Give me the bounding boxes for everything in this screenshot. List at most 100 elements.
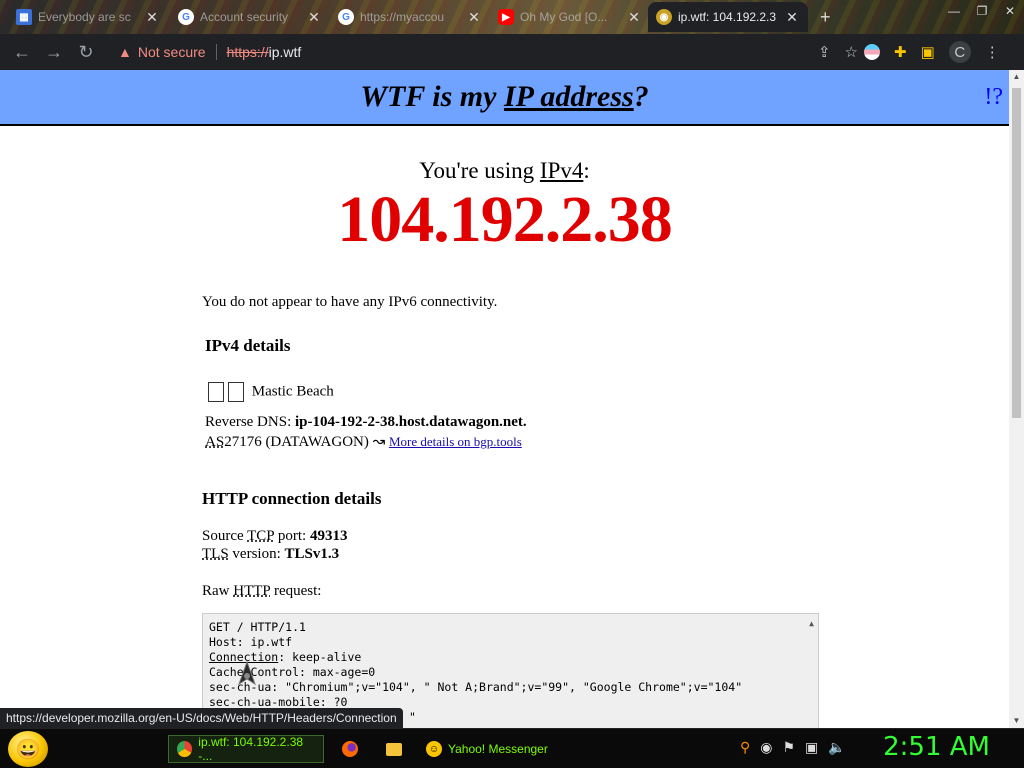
menu-kebab-icon[interactable]: ⋮ [985,43,1000,61]
forward-icon[interactable]: → [38,36,70,68]
help-link[interactable]: !? [984,84,1003,111]
close-icon[interactable]: ✕ [144,9,160,25]
using-suffix: : [583,158,590,183]
tab-label: https://myaccou [360,10,445,24]
as-line: AS27176 (DATAWAGON) ↝ More details on bg… [205,432,522,451]
page-viewport: WTF is my IP address? !? You're using IP… [0,70,1009,728]
taskbar: 😀 ip.wtf: 104.192.2.38 -... ☺ Yahoo! Mes… [0,728,1024,768]
profile-avatar[interactable]: C [948,41,971,63]
network-icon[interactable]: ▣ [805,739,818,756]
extension-flag-icon[interactable] [864,44,880,60]
tab-ip-wtf[interactable]: ◉ ip.wtf: 104.192.2.3 ✕ [648,2,808,32]
page-scrollbar[interactable]: ▲ ▼ [1009,70,1024,728]
rdns-label: Reverse DNS: [205,414,295,430]
raw-line-connection: Connection: keep-alive [209,650,362,664]
link-status-bubble: https://developer.mozilla.org/en-US/docs… [0,708,403,728]
source-port-line: Source TCP port: 49313 [202,528,347,545]
taskbar-item-chrome[interactable]: ip.wtf: 104.192.2.38 -... [168,735,324,763]
flag-glyph-icon [208,382,224,402]
http-abbr: HTTP [233,583,271,599]
title-text-end: ? [633,80,649,113]
ip-version-line: You're using IPv4: [0,158,1009,184]
tab-1[interactable]: ▦ Everybody are sc ✕ [8,2,168,32]
as-value: 27176 (DATAWAGON) [224,434,373,450]
tab-label: Account security [200,10,289,24]
tab-label: ip.wtf: 104.192.2.3 [678,10,777,24]
tls-line: TLS version: TLSv1.3 [202,546,339,563]
google-icon: G [178,9,194,25]
share-icon[interactable]: ⇪ [818,43,831,61]
url-host: ip.wtf [268,44,302,60]
bgp-tools-link[interactable]: More details on bgp.tools [389,434,522,449]
task-label: ip.wtf: 104.192.2.38 -... [198,735,304,763]
tls-label: version: [228,546,285,562]
raw-request-label: Raw HTTP request: [202,583,321,600]
tab-2[interactable]: G Account security ✕ [170,2,330,32]
tls-version-value: TLSv1.3 [284,546,340,562]
raw-line: Cache-Control: max-age=0 [209,665,376,679]
ipv4-details-heading: IPv4 details [205,336,291,355]
folder-icon[interactable] [384,739,404,759]
address-bar[interactable]: ▲ Not secure https://ip.wtf ⇪ ☆ [108,38,866,66]
ip-address-link[interactable]: IP address [504,80,634,113]
puzzle-extensions-icon[interactable]: ✚ [894,43,907,61]
scroll-thumb[interactable] [1012,88,1021,418]
close-icon[interactable]: ✕ [784,9,800,25]
security-indicator[interactable]: Not secure [138,44,206,60]
using-prefix: You're using [419,158,540,183]
tab-strip: ▦ Everybody are sc ✕ G Account security … [0,0,1024,34]
taskbar-clock[interactable]: 2:51 AM [883,732,990,762]
bookmark-star-icon[interactable]: ☆ [845,43,858,61]
yahoo-messenger-icon: ☺ [426,741,442,757]
search-icon[interactable]: ⚲ [740,739,750,756]
window-close-icon[interactable]: ✕ [996,0,1024,24]
cursor-icon [238,660,256,686]
close-icon[interactable]: ✕ [306,9,322,25]
maximize-icon[interactable]: ❐ [968,0,996,24]
raw-line: GET / HTTP/1.1 [209,620,306,634]
sidepanel-icon[interactable]: ▣ [921,43,935,61]
status-icon[interactable]: ◉ [760,739,772,756]
location-text: Mastic Beach [251,383,334,400]
ip-version-link[interactable]: IPv4 [540,158,583,183]
volume-icon[interactable]: 🔈 [828,739,845,756]
request-label: request: [270,583,322,599]
firefox-icon[interactable] [340,739,360,759]
browser-toolbar: ← → ↻ ▲ Not secure https://ip.wtf ⇪ ☆ ✚ … [0,34,1024,70]
url-scheme: https:// [226,44,269,60]
tls-abbr: TLS [202,546,229,562]
google-icon: G [338,9,354,25]
tab-label: Oh My God [O... [520,10,608,24]
ipwtf-icon: ◉ [656,9,672,25]
site-title: WTF is my IP address? [360,80,648,114]
tab-3[interactable]: G https://myaccou ✕ [330,2,490,32]
start-smiley-icon[interactable]: 😀 [8,731,48,767]
minimize-icon[interactable]: — [940,0,968,24]
reload-icon[interactable]: ↻ [70,36,102,68]
as-abbr: AS [205,434,225,450]
close-icon[interactable]: ✕ [626,9,642,25]
close-icon[interactable]: ✕ [466,9,482,25]
divider [215,44,217,60]
youtube-icon: ▶ [498,9,514,25]
ipv6-note: You do not appear to have any IPv6 conne… [202,294,498,310]
box-scroll-up-icon[interactable]: ▲ [809,616,814,631]
warning-icon[interactable]: ▲ [118,44,132,60]
rdns-value: ip-104-192-2-38.host.datawagon.net. [295,414,527,430]
plus-icon: + [820,6,831,27]
raw-line: sec-ch-ua: "Chromium";v="104", " Not A;B… [209,680,743,694]
flag-glyph-icon [228,382,244,402]
new-tab-button[interactable]: + [812,2,842,32]
back-icon[interactable]: ← [6,36,38,68]
location-line: Mastic Beach [208,382,334,402]
window-controls: — ❐ ✕ [940,0,1024,24]
scroll-up-icon[interactable]: ▲ [1009,70,1024,84]
flag-icon[interactable]: ⚑ [782,739,795,756]
chrome-icon [177,741,193,757]
taskbar-item-yahoo-messenger[interactable]: ☺ Yahoo! Messenger [418,735,576,763]
source-port-value: 49313 [309,528,348,544]
http-details-heading: HTTP connection details [202,489,382,508]
source-label: Source [202,528,248,544]
tab-4[interactable]: ▶ Oh My God [O... ✕ [490,2,650,32]
scroll-down-icon[interactable]: ▼ [1009,714,1024,728]
